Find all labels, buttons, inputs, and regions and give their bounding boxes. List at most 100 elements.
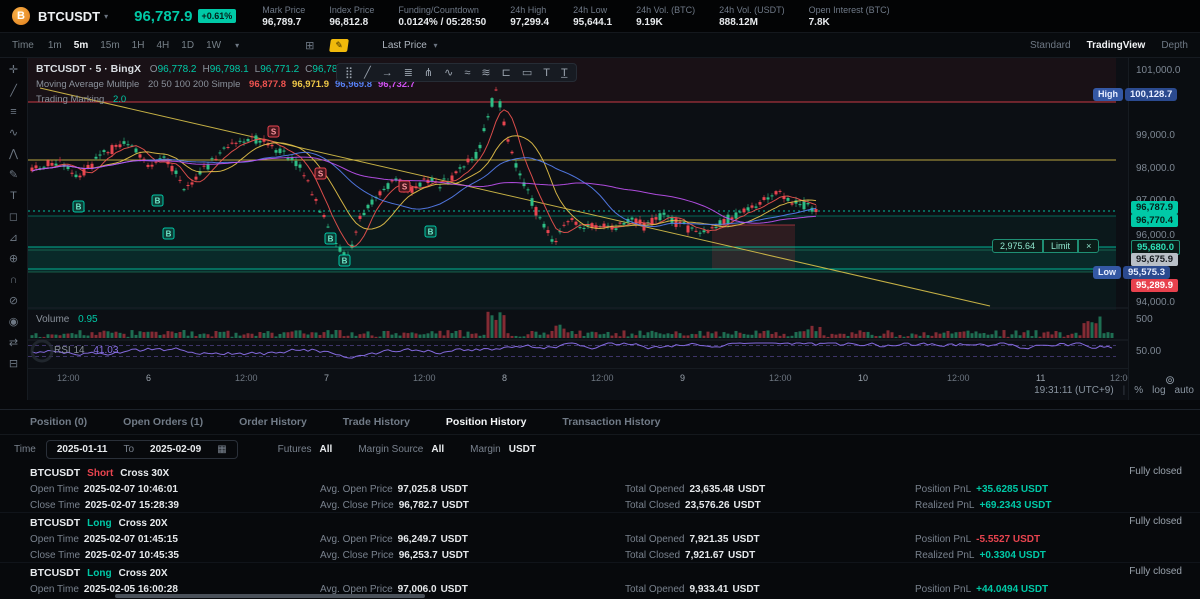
- shapes-icon[interactable]: ◻: [5, 210, 23, 225]
- interval-1H[interactable]: 1H: [126, 38, 151, 53]
- chevron-down-icon[interactable]: ▾: [235, 41, 239, 50]
- field-label: Open Time: [30, 484, 79, 495]
- order-cancel-icon[interactable]: ×: [1078, 239, 1099, 253]
- interval-5m[interactable]: 5m: [68, 38, 94, 53]
- trend-line-icon[interactable]: ╱: [364, 66, 371, 79]
- price-source-select[interactable]: Last Price ▾: [382, 40, 437, 51]
- field-unit: USDT: [732, 534, 759, 545]
- ticker-stat: Funding/Countdown0.0124% / 05:28:50: [398, 5, 486, 28]
- indicator-icon[interactable]: ⊞: [305, 39, 314, 52]
- text-icon[interactable]: T: [5, 189, 23, 204]
- mode-standard[interactable]: Standard: [1030, 40, 1071, 51]
- mode-tradingview[interactable]: TradingView: [1087, 40, 1146, 51]
- anchored-text-icon[interactable]: T̲: [561, 67, 568, 79]
- ticker-stat: Open Interest (BTC)7.8K: [809, 5, 890, 28]
- brush-icon[interactable]: ✎: [5, 168, 23, 183]
- tab-transaction-history[interactable]: Transaction History: [562, 416, 660, 428]
- xabcd-pattern-icon[interactable]: ⋀: [5, 147, 23, 162]
- date-to[interactable]: 2025-02-09: [150, 444, 201, 455]
- tab-open-orders-1-[interactable]: Open Orders (1): [123, 416, 203, 428]
- position-history-row: BTCUSDTLongCross 20XOpen Time2025-02-07 …: [0, 513, 1200, 563]
- margin-filter[interactable]: Margin USDT: [470, 444, 536, 455]
- row-field: Position PnL+44.0494 USDT: [915, 582, 1048, 597]
- legend-symbol[interactable]: BTCUSDT · 5 · BingX: [36, 63, 141, 75]
- field-value: 97,025.8: [398, 484, 437, 495]
- parallel-channel-icon[interactable]: ≋: [481, 66, 490, 79]
- open-order-chip: 2,975.64 Limit ×: [992, 239, 1099, 253]
- tab-position-0-[interactable]: Position (0): [30, 416, 87, 428]
- zoom-in-icon[interactable]: ⊕: [5, 252, 23, 267]
- time-axis[interactable]: 12:00612:00712:00812:00912:001012:001112…: [28, 368, 1128, 384]
- calendar-icon[interactable]: ▦: [217, 444, 226, 455]
- tab-position-history[interactable]: Position History: [446, 416, 527, 428]
- field-label: Total Opened: [625, 584, 685, 595]
- price-axis[interactable]: 101,000.0High100,128.799,000.098,000.097…: [1128, 58, 1200, 400]
- volume-label[interactable]: Volume: [36, 314, 69, 325]
- row-field: Open Time2025-02-07 10:46:01: [30, 482, 178, 497]
- ticker-stats: Mark Price96,789.7Index Price96,812.8Fun…: [262, 5, 889, 28]
- measure-icon[interactable]: ⊿: [5, 231, 23, 246]
- arrow-icon[interactable]: →: [382, 67, 393, 79]
- interval-15m[interactable]: 15m: [94, 38, 125, 53]
- zigzag-icon[interactable]: ≈: [464, 67, 470, 79]
- pitchfork-icon[interactable]: ⋔: [424, 66, 433, 79]
- chart-canvas[interactable]: BBBSSBBSB BTCUSDT · 5 · BingX O96,778.2H…: [28, 58, 1128, 400]
- elliott-wave-icon[interactable]: ∿: [444, 66, 453, 79]
- tab-order-history[interactable]: Order History: [239, 416, 307, 428]
- compare-icon[interactable]: ⇄: [5, 336, 23, 351]
- lock-icon[interactable]: ⊘: [5, 294, 23, 309]
- field-value: 2025-02-07 01:45:15: [84, 534, 178, 545]
- interval-1W[interactable]: 1W: [200, 38, 227, 53]
- date-from[interactable]: 2025-01-11: [57, 444, 108, 455]
- chevron-down-icon[interactable]: ▾: [104, 12, 108, 21]
- horizontal-lines-icon[interactable]: ≣: [404, 66, 413, 79]
- trading-marking-label[interactable]: Trading Marking: [36, 94, 104, 105]
- field-value: 2025-02-07 15:28:39: [85, 500, 179, 511]
- tab-trade-history[interactable]: Trade History: [343, 416, 410, 428]
- text-icon[interactable]: T: [543, 67, 550, 79]
- date-range-input[interactable]: 2025-01-11 To 2025-02-09 ▦: [46, 440, 238, 459]
- row-field: Realized PnL+69.2343 USDT: [915, 498, 1051, 513]
- scale-%[interactable]: %: [1134, 385, 1143, 396]
- scale-auto[interactable]: auto: [1175, 385, 1194, 396]
- field-label: Avg. Close Price: [320, 550, 394, 561]
- trend-line-icon[interactable]: ╱: [5, 84, 23, 99]
- field-value: 9,933.41: [690, 584, 729, 595]
- field-unit: USDT: [734, 500, 761, 511]
- trash-icon[interactable]: ⊟: [5, 357, 23, 372]
- svg-text:B: B: [76, 203, 82, 212]
- interval-4H[interactable]: 4H: [150, 38, 175, 53]
- row-field: Total Closed7,921.67USDT: [625, 548, 755, 563]
- row-field: Close Time2025-02-07 10:45:35: [30, 548, 179, 563]
- ma-indicator-label[interactable]: Moving Average Multiple: [36, 79, 139, 90]
- drag-handle-icon[interactable]: ⣿: [345, 66, 353, 79]
- field-label: Position PnL: [915, 534, 971, 545]
- order-qty[interactable]: 2,975.64: [992, 239, 1043, 253]
- mode-depth[interactable]: Depth: [1161, 40, 1188, 51]
- field-value: +69.2343 USDT: [979, 500, 1051, 511]
- interval-time-label[interactable]: Time: [12, 40, 34, 51]
- field-unit: USDT: [441, 584, 468, 595]
- interval-1D[interactable]: 1D: [175, 38, 200, 53]
- axis-badge-red: 95,289.9: [1131, 279, 1178, 292]
- order-type[interactable]: Limit: [1043, 239, 1078, 253]
- rsi-label[interactable]: RSI 14: [54, 345, 85, 356]
- interval-1m[interactable]: 1m: [42, 38, 68, 53]
- svg-text:B: B: [166, 230, 172, 239]
- wave-pattern-icon[interactable]: ∿: [5, 126, 23, 141]
- rectangle-icon[interactable]: ▭: [522, 66, 532, 79]
- fib-retracement-icon[interactable]: ≡: [5, 105, 23, 120]
- magnet-icon[interactable]: ∩: [5, 273, 23, 288]
- ohlc-segment: L96,771.2: [255, 64, 300, 75]
- crosshair-icon[interactable]: ✛: [5, 63, 23, 78]
- time-tick: 12:00: [413, 373, 436, 383]
- horizontal-scrollbar[interactable]: [115, 594, 425, 598]
- field-label: Total Closed: [625, 500, 680, 511]
- flag-icon[interactable]: ⊏: [502, 66, 511, 79]
- hide-drawings-icon[interactable]: ◉: [5, 315, 23, 330]
- futures-filter[interactable]: Futures All: [278, 444, 333, 455]
- symbol-name[interactable]: BTCUSDT: [38, 9, 100, 24]
- draw-tool-icon[interactable]: ✎: [329, 39, 349, 52]
- scale-log[interactable]: log: [1152, 385, 1165, 396]
- margin-source-filter[interactable]: Margin Source All: [358, 444, 444, 455]
